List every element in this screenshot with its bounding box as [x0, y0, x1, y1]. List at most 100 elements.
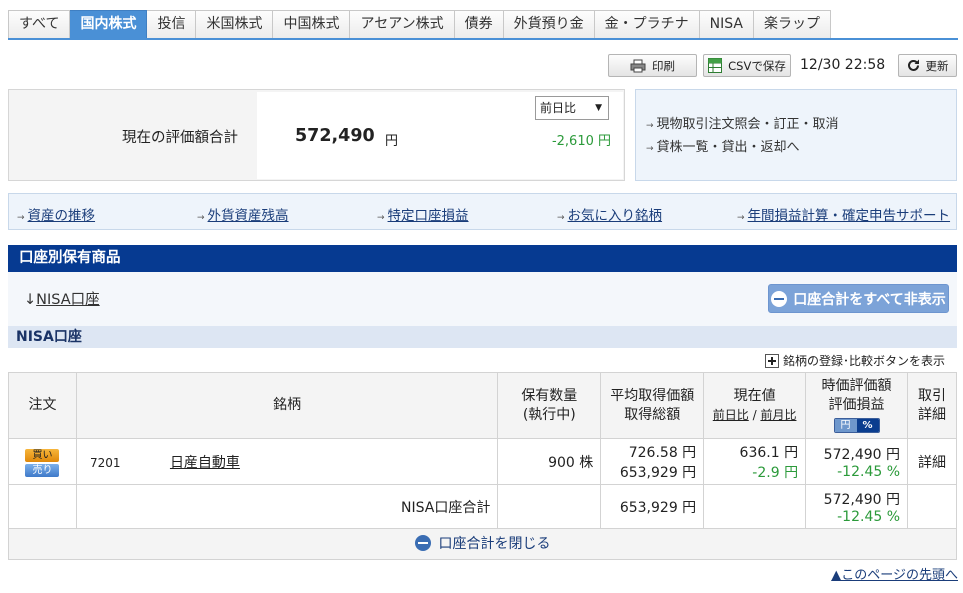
nisa-anchor-link[interactable]: ↓NISA口座: [24, 288, 100, 309]
total-empty-cell: [8, 484, 77, 529]
compare-period-select[interactable]: 前日比 ▼: [535, 96, 609, 120]
buy-button[interactable]: 買い: [25, 449, 60, 462]
change-period-links: 前日比 / 前月比: [704, 406, 805, 425]
col-detail-label-2: 詳細: [918, 406, 946, 423]
minus-circle-icon: [414, 535, 431, 551]
col-pl-label: 評価損益: [828, 397, 885, 413]
tab-foreign-deposits[interactable]: 外貨預り金: [503, 10, 595, 39]
section-title: 口座別保有商品: [8, 245, 957, 272]
print-button[interactable]: 印刷: [608, 54, 697, 77]
valuation-panel: 572,490 円 前日比 ▼ -2,610 円: [257, 92, 623, 179]
col-quantity-pending: (執行中): [522, 406, 576, 423]
arrow-right-icon: →: [646, 121, 654, 131]
show-compare-label: 銘柄の登録･比較ボタンを表示: [783, 354, 946, 368]
favorites-link[interactable]: → お気に入り銘柄: [557, 204, 662, 224]
annual-pl-label: 年間損益計算・確定申告サポート: [747, 208, 951, 224]
col-detail-label-1: 取引: [918, 387, 946, 404]
tab-domestic-stocks[interactable]: 国内株式: [70, 10, 148, 39]
col-market-value: 時価評価額評価損益円%: [805, 372, 909, 439]
total-valuation-label: 現在の評価額合計: [122, 130, 238, 146]
arrow-right-icon: →: [737, 213, 745, 223]
account-total-value-cell: 572,490 円 -12.45 %: [805, 484, 909, 529]
lending-list-label: 貸株一覧・貸出・返却へ: [656, 140, 800, 155]
favorites-label: お気に入り銘柄: [567, 208, 663, 224]
annual-pl-link[interactable]: → 年間損益計算・確定申告サポート: [737, 204, 950, 224]
category-tabs: すべて 国内株式 投信 米国株式 中国株式 アセアン株式 債券 外貨預り金 金・…: [8, 10, 831, 39]
order-inquiry-link[interactable]: → 現物取引注文照会・訂正・取消: [646, 114, 956, 137]
dropdown-arrow-icon: ▼: [595, 103, 602, 113]
sell-button[interactable]: 売り: [25, 464, 60, 477]
detail-link[interactable]: 詳細: [907, 438, 957, 485]
csv-save-button[interactable]: CSVで保存: [703, 54, 791, 77]
holdings-table: 注文 銘柄 保有数量 (執行中) 平均取得価額 取得総額 現在値 前日比 / 前月比 …: [8, 372, 957, 560]
foreign-assets-label: 外貨資産残高: [207, 208, 289, 224]
quantity: 900 株: [497, 438, 602, 485]
plus-icon: [765, 353, 779, 368]
minus-circle-icon: [771, 290, 788, 307]
month-change-link[interactable]: 前月比: [760, 408, 796, 422]
asset-history-label: 資産の推移: [27, 208, 96, 224]
close-totals-button[interactable]: 口座合計を閉じる: [414, 533, 551, 553]
print-label: 印刷: [652, 58, 675, 73]
nisa-anchor-label: NISA口座: [36, 292, 100, 308]
tab-china-stocks[interactable]: 中国株式: [273, 10, 351, 39]
unit-percent-button[interactable]: %: [856, 419, 879, 432]
col-quantity: 保有数量 (執行中): [497, 372, 602, 439]
avg-cost-cell: 726.58 円 653,929 円: [600, 438, 705, 485]
stock-code: 7201: [89, 455, 121, 470]
total-detail-empty: [907, 484, 957, 529]
account-total-label: NISA口座合計: [75, 484, 499, 529]
valuation-change: -2,610 円: [551, 134, 611, 149]
lending-list-link[interactable]: → 貸株一覧・貸出・返却へ: [646, 137, 956, 160]
col-market-value-label: 時価評価額: [821, 378, 892, 394]
asset-history-link[interactable]: → 資産の推移: [17, 204, 95, 224]
tab-funds[interactable]: 投信: [147, 10, 197, 39]
tab-nisa[interactable]: NISA: [699, 10, 754, 39]
specific-account-pl-label: 特定口座損益: [387, 208, 469, 224]
total-cost: 653,929 円: [619, 464, 697, 481]
account-total-row: NISA口座合計 653,929 円 572,490 円 -12.45 %: [8, 484, 957, 529]
currency-unit: 円: [385, 134, 399, 149]
refresh-icon: [907, 59, 919, 71]
col-order: 注文: [8, 372, 77, 439]
refresh-label: 更新: [925, 58, 949, 73]
col-detail: 取引 詳細: [907, 372, 957, 439]
col-avg-price-label: 平均取得価額: [610, 387, 695, 404]
market-value-cell: 572,490 円 -12.45 %: [805, 438, 909, 485]
close-totals-row: 口座合計を閉じる: [8, 528, 957, 560]
col-current-price-label: 現在値: [733, 387, 776, 404]
specific-account-pl-link[interactable]: → 特定口座損益: [377, 204, 469, 224]
total-current-empty: [703, 484, 807, 529]
unit-yen-button[interactable]: 円: [834, 419, 857, 432]
table-header-row: 注文 銘柄 保有数量 (執行中) 平均取得価額 取得総額 現在値 前日比 / 前月比 …: [8, 372, 957, 439]
current-price: 636.1 円: [739, 444, 799, 461]
show-compare-toggle[interactable]: 銘柄の登録･比較ボタンを表示: [765, 352, 945, 369]
sub-separator: /: [748, 407, 761, 422]
avg-price: 726.58 円: [628, 444, 697, 461]
refresh-button[interactable]: 更新: [898, 54, 957, 77]
stock-name-link[interactable]: 日産自動車: [170, 455, 240, 471]
foreign-assets-link[interactable]: → 外貨資産残高: [197, 204, 289, 224]
current-price-cell: 636.1 円 -2.9 円: [703, 438, 807, 485]
hide-all-totals-button[interactable]: 口座合計をすべて非表示: [768, 284, 949, 313]
hide-all-totals-label: 口座合計をすべて非表示: [793, 291, 946, 308]
col-total-cost-label: 取得総額: [624, 406, 681, 423]
col-quantity-label: 保有数量: [521, 387, 578, 404]
total-valuation-amount: 572,490: [295, 126, 375, 146]
day-change-link[interactable]: 前日比: [713, 408, 749, 422]
total-qty-empty: [497, 484, 602, 529]
account-total-value: 572,490 円: [823, 491, 901, 508]
tab-all[interactable]: すべて: [8, 10, 71, 39]
tab-asean-stocks[interactable]: アセアン株式: [350, 10, 455, 39]
tab-us-stocks[interactable]: 米国株式: [196, 10, 274, 39]
tab-rakuwrap[interactable]: 楽ラップ: [753, 10, 831, 39]
account-total-pl: -12.45 %: [837, 508, 901, 525]
tab-gold-platinum[interactable]: 金・プラチナ: [594, 10, 700, 39]
arrow-right-icon: →: [17, 213, 25, 223]
tab-bonds[interactable]: 債券: [454, 10, 504, 39]
col-current-price: 現在値前日比 / 前月比: [703, 372, 807, 439]
account-strip: ↓NISA口座 口座合計をすべて非表示: [8, 272, 957, 326]
page-top-link[interactable]: ▲このページの先頭へ: [831, 564, 958, 583]
table-row: 買い 売り 7201 日産自動車 900 株 726.58 円 653,929 円 …: [8, 438, 957, 485]
arrow-right-icon: →: [377, 213, 385, 223]
